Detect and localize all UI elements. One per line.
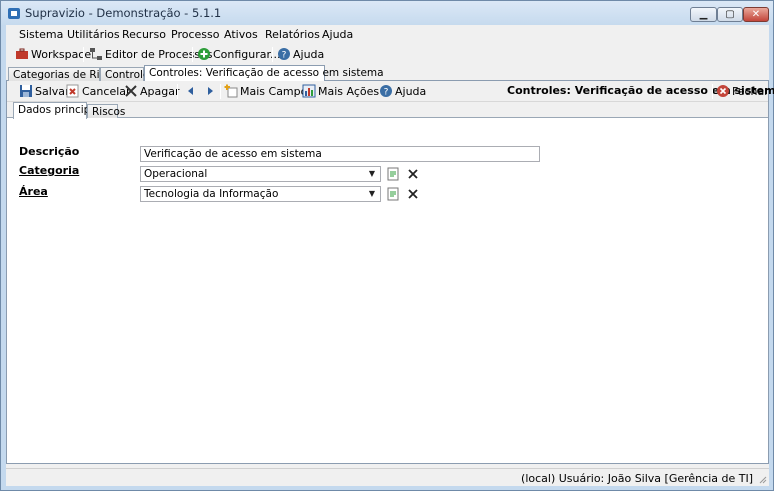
- main-toolbar: Workspace Editor de Processos Configurar…: [6, 44, 769, 64]
- categoria-value: Operacional: [144, 168, 208, 180]
- minimize-button[interactable]: ▁: [690, 7, 717, 22]
- previous-record-button[interactable]: [184, 83, 200, 99]
- tab-dados-principais[interactable]: Dados principais: [13, 102, 105, 119]
- tab-controles[interactable]: Controles: [100, 67, 155, 81]
- next-record-button[interactable]: [203, 83, 219, 99]
- title-bar: Supravizio - Demonstração - 5.1.1 ▁ ▢ ✕: [1, 1, 773, 25]
- close-window-button[interactable]: ✕: [743, 7, 769, 22]
- tab-riscos[interactable]: Riscos: [87, 104, 125, 118]
- tab-controles-verificacao[interactable]: Controles: Verificação de acesso em sist…: [144, 65, 384, 82]
- edit-document-icon[interactable]: [386, 187, 400, 201]
- mais-campos-button[interactable]: Mais Campos: [224, 83, 313, 99]
- toolbar-separator: [272, 47, 273, 62]
- close-icon: ✕: [751, 9, 761, 20]
- resize-grip-icon[interactable]: [757, 474, 767, 484]
- document-tabs: Categorias de Riscos Controles Controles…: [6, 65, 769, 82]
- minimize-icon: ▁: [699, 9, 708, 20]
- menu-ativos[interactable]: Ativos: [224, 28, 258, 41]
- toolbar-separator: [177, 84, 178, 99]
- tab-categorias-riscos[interactable]: Categorias de Riscos: [8, 67, 123, 81]
- fechar-button[interactable]: Fechar: [716, 83, 769, 99]
- chevron-down-icon: ▼: [368, 189, 376, 198]
- menu-utilitarios[interactable]: Utilitários: [67, 28, 120, 41]
- arrow-right-icon: [208, 87, 213, 95]
- ajuda-label: Ajuda: [293, 47, 325, 61]
- fechar-label: Fechar: [732, 84, 769, 98]
- app-window: Supravizio - Demonstração - 5.1.1 ▁ ▢ ✕ …: [0, 0, 774, 491]
- chart-icon: [302, 84, 316, 98]
- toolbar-separator: [83, 47, 84, 62]
- toolbar-separator: [192, 47, 193, 62]
- configurar-label: Configurar...: [213, 47, 281, 61]
- editor-processos-button[interactable]: Editor de Processos: [89, 46, 213, 62]
- briefcase-icon: [16, 48, 28, 59]
- svg-text:?: ?: [282, 51, 287, 61]
- record-sub-tabs: Dados principais Riscos: [7, 102, 768, 119]
- apagar-button[interactable]: Apagar: [124, 83, 180, 99]
- app-logo-icon: [8, 8, 20, 19]
- salvar-label: Salvar: [35, 84, 70, 98]
- menu-sistema[interactable]: Sistema: [19, 28, 63, 41]
- close-circle-icon: [717, 85, 729, 97]
- ajuda-action-label: Ajuda: [395, 84, 427, 98]
- toolbar-separator: [220, 84, 221, 99]
- action-toolbar: Salvar Cancelar Apagar Mais Campos Mais …: [7, 81, 774, 102]
- add-field-icon: [224, 84, 238, 98]
- help-icon: ?: [278, 48, 290, 61]
- maximize-button[interactable]: ▢: [717, 7, 743, 22]
- status-bar: (local) Usuário: João Silva [Gerência de…: [6, 468, 769, 486]
- workspace-button[interactable]: Workspace: [15, 46, 91, 62]
- descricao-input[interactable]: Verificação de acesso em sistema: [140, 146, 540, 162]
- categoria-label[interactable]: Categoria: [19, 164, 79, 177]
- arrow-left-icon: [188, 87, 193, 95]
- document-panel: Salvar Cancelar Apagar Mais Campos Mais …: [6, 81, 774, 464]
- salvar-button[interactable]: Salvar: [19, 83, 70, 99]
- client-area: Sistema Utilitários Recurso Processo Ati…: [6, 25, 774, 486]
- help-icon: ?: [380, 85, 392, 98]
- menu-bar: Sistema Utilitários Recurso Processo Ati…: [6, 25, 769, 44]
- menu-processo[interactable]: Processo: [171, 28, 219, 41]
- descricao-label: Descrição: [19, 145, 80, 158]
- status-text: (local) Usuário: João Silva [Gerência de…: [521, 472, 753, 485]
- configurar-button[interactable]: Configurar...: [197, 46, 281, 62]
- clear-x-icon[interactable]: [406, 167, 420, 181]
- menu-ajuda[interactable]: Ajuda: [322, 28, 353, 41]
- toolbar-separator: [712, 84, 713, 99]
- menu-relatorios[interactable]: Relatórios: [265, 28, 320, 41]
- ajuda-action-button[interactable]: ? Ajuda: [379, 83, 426, 99]
- svg-text:?: ?: [384, 88, 389, 98]
- ajuda-button[interactable]: ? Ajuda: [277, 46, 324, 62]
- record-form: Descrição Verificação de acesso em siste…: [7, 119, 768, 462]
- delete-x-icon: [125, 85, 137, 97]
- area-label[interactable]: Área: [19, 185, 48, 198]
- window-title: Supravizio - Demonstração - 5.1.1: [25, 6, 222, 20]
- save-icon: [20, 85, 32, 97]
- cancelar-button[interactable]: Cancelar: [66, 83, 131, 99]
- maximize-icon: ▢: [725, 9, 735, 20]
- mais-acoes-button[interactable]: Mais Ações ▼: [302, 83, 388, 99]
- process-diagram-icon: [90, 48, 102, 60]
- add-circle-icon: [198, 48, 210, 60]
- mais-acoes-label: Mais Ações: [318, 84, 380, 98]
- edit-document-icon[interactable]: [386, 167, 400, 181]
- area-value: Tecnologia da Informação: [144, 188, 279, 200]
- clear-x-icon[interactable]: [406, 187, 420, 201]
- area-select[interactable]: Tecnologia da Informação ▼: [140, 186, 381, 202]
- categoria-select[interactable]: Operacional ▼: [140, 166, 381, 182]
- menu-recurso[interactable]: Recurso: [122, 28, 166, 41]
- chevron-down-icon: ▼: [368, 169, 376, 178]
- cancel-icon: [66, 84, 79, 98]
- apagar-label: Apagar: [140, 84, 180, 98]
